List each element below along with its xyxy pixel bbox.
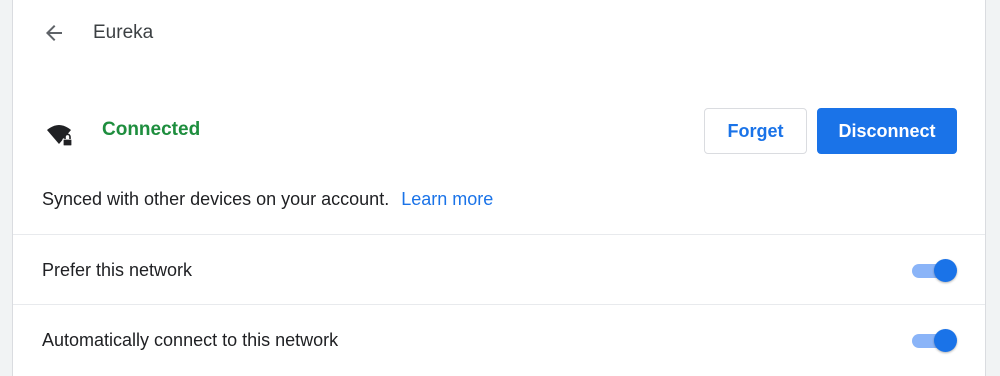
toggle-knob xyxy=(934,329,957,352)
setting-label: Automatically connect to this network xyxy=(42,330,339,350)
prefer-network-toggle[interactable] xyxy=(912,258,958,282)
disconnect-button[interactable]: Disconnect xyxy=(817,108,957,154)
sync-text: Synced with other devices on your accoun… xyxy=(42,189,390,209)
toggle-knob xyxy=(934,259,957,282)
learn-more-link[interactable]: Learn more xyxy=(401,189,493,209)
forget-button[interactable]: Forget xyxy=(704,108,807,154)
setting-label: Prefer this network xyxy=(42,260,193,280)
auto-connect-toggle[interactable] xyxy=(912,328,958,352)
header: Eureka xyxy=(13,0,985,66)
arrow-left-icon xyxy=(46,25,62,41)
sync-info: Synced with other devices on your accoun… xyxy=(42,187,493,211)
setting-row-auto-connect: Automatically connect to this network xyxy=(13,304,985,374)
setting-row-prefer-network: Prefer this network xyxy=(13,234,985,304)
connection-status-row: Connected Forget Disconnect xyxy=(13,100,985,160)
back-button[interactable] xyxy=(37,16,71,50)
wifi-locked-icon xyxy=(47,125,73,147)
network-details-card: Eureka Connected Forget Disconnect Synce… xyxy=(12,0,986,376)
page-title: Eureka xyxy=(93,22,154,43)
connection-status: Connected xyxy=(102,119,201,140)
